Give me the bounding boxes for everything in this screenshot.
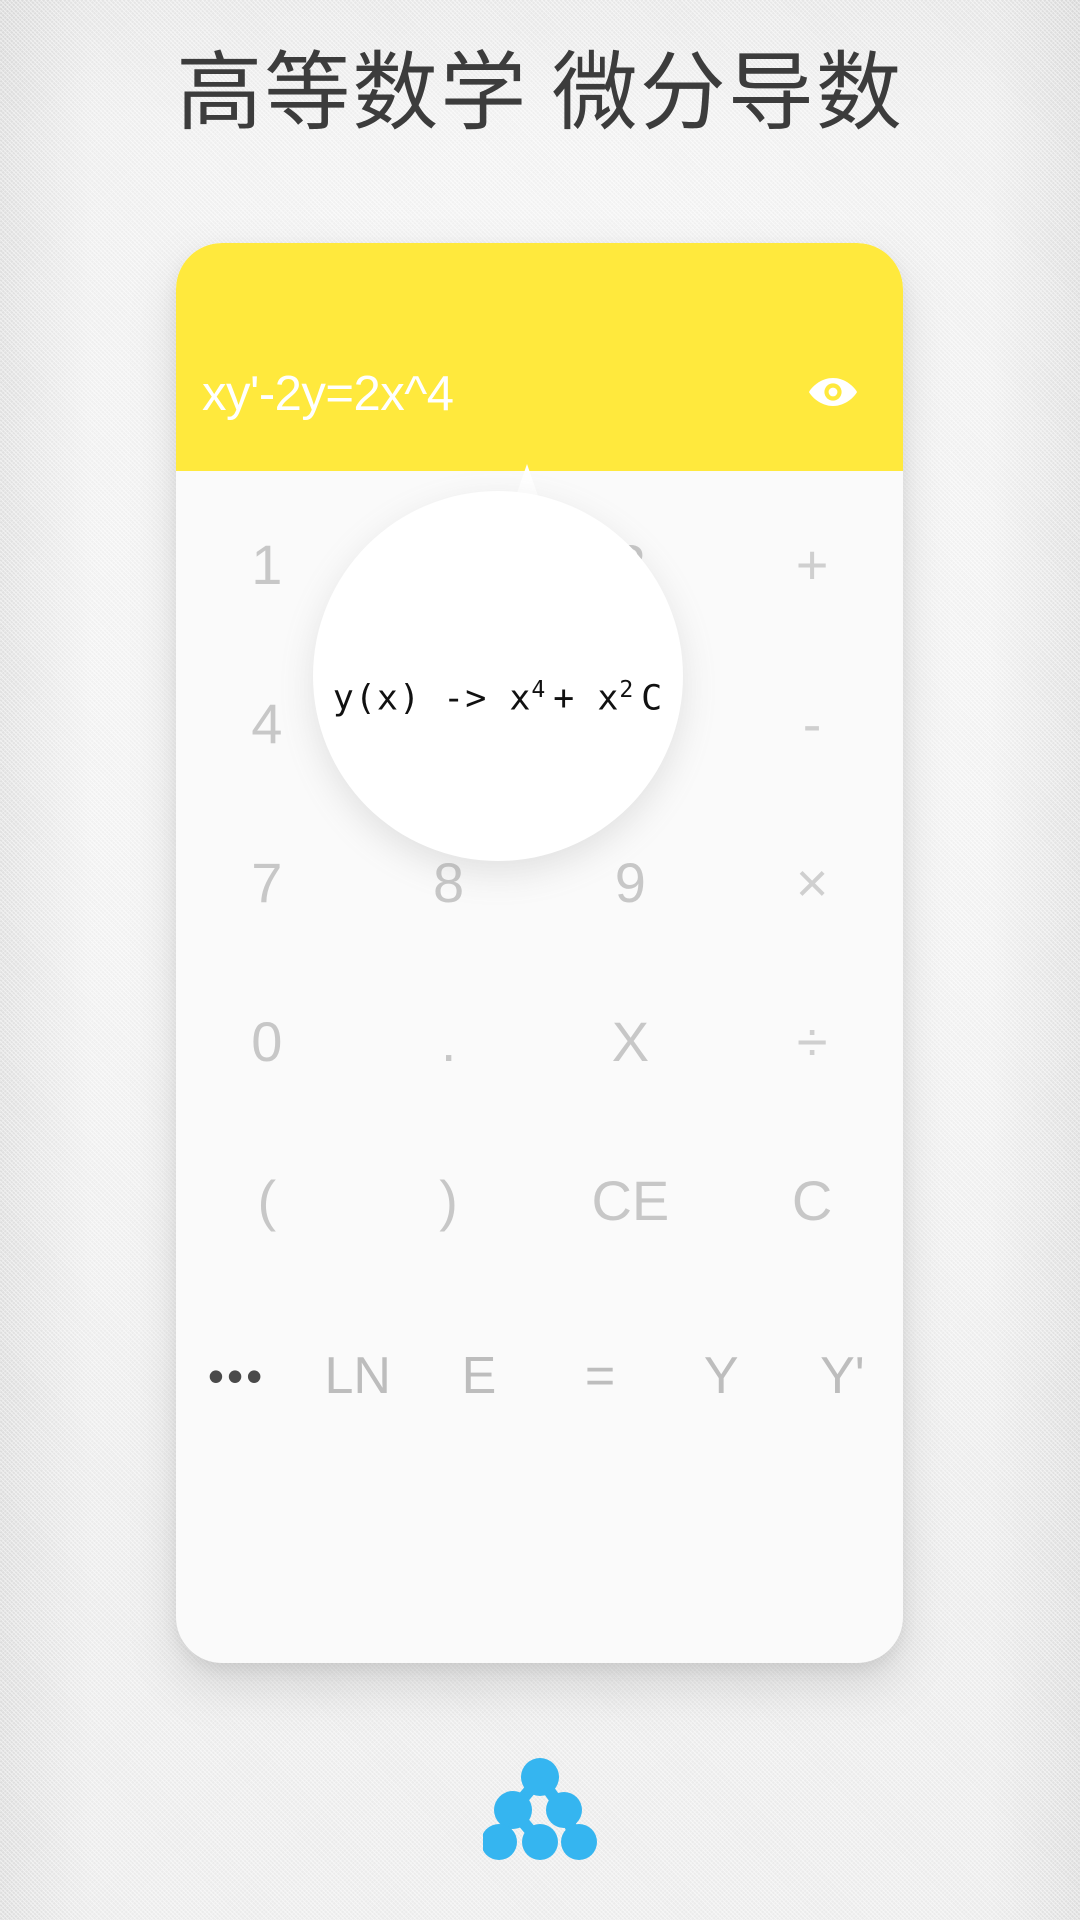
- key-more[interactable]: •••: [176, 1353, 297, 1399]
- answer-bubble: y(x) -> x4 + x2 C: [313, 491, 683, 861]
- eye-icon[interactable]: [807, 373, 859, 411]
- key-8[interactable]: 8: [358, 854, 540, 911]
- key-1[interactable]: 1: [176, 536, 358, 593]
- key-minus[interactable]: -: [721, 695, 903, 752]
- calculator-card: xy'-2y=2x^4 1 2 3 + 4 5 6 - 7 8 9 ×: [176, 243, 903, 1663]
- key-variable-x[interactable]: X: [540, 1013, 722, 1070]
- key-ln[interactable]: LN: [297, 1350, 418, 1402]
- keypad-row: 0 . X ÷: [176, 962, 903, 1121]
- answer-exponent-1: 4: [531, 677, 546, 704]
- answer-prefix: y(x) -> x: [332, 678, 532, 719]
- key-paren-close[interactable]: ): [358, 1172, 540, 1229]
- key-plus[interactable]: +: [721, 536, 903, 593]
- key-paren-open[interactable]: (: [176, 1172, 358, 1229]
- answer-middle: + x: [553, 678, 620, 719]
- key-y[interactable]: Y: [661, 1350, 782, 1402]
- page-title: 高等数学 微分导数: [176, 45, 904, 141]
- key-decimal[interactable]: .: [358, 1013, 540, 1070]
- key-clear[interactable]: C: [721, 1172, 903, 1229]
- key-e[interactable]: E: [418, 1350, 539, 1402]
- key-clear-entry[interactable]: CE: [540, 1172, 722, 1229]
- keypad-row: ( ) CE C: [176, 1121, 903, 1280]
- calculator-display: xy'-2y=2x^4: [176, 243, 903, 471]
- key-multiply[interactable]: ×: [721, 854, 903, 911]
- key-y-prime[interactable]: Y': [782, 1350, 903, 1402]
- answer-suffix: C: [641, 678, 664, 719]
- answer-exponent-2: 2: [619, 677, 634, 704]
- tree-graph-icon: [0, 1748, 1080, 1868]
- key-equals[interactable]: =: [540, 1350, 661, 1402]
- key-0[interactable]: 0: [176, 1013, 358, 1070]
- expression-input[interactable]: xy'-2y=2x^4: [202, 366, 742, 422]
- key-7[interactable]: 7: [176, 854, 358, 911]
- keypad-function-row: ••• LN E = Y Y': [176, 1298, 903, 1453]
- key-divide[interactable]: ÷: [721, 1013, 903, 1070]
- answer-expression: y(x) -> x4 + x2 C: [333, 677, 663, 719]
- key-9[interactable]: 9: [540, 854, 722, 911]
